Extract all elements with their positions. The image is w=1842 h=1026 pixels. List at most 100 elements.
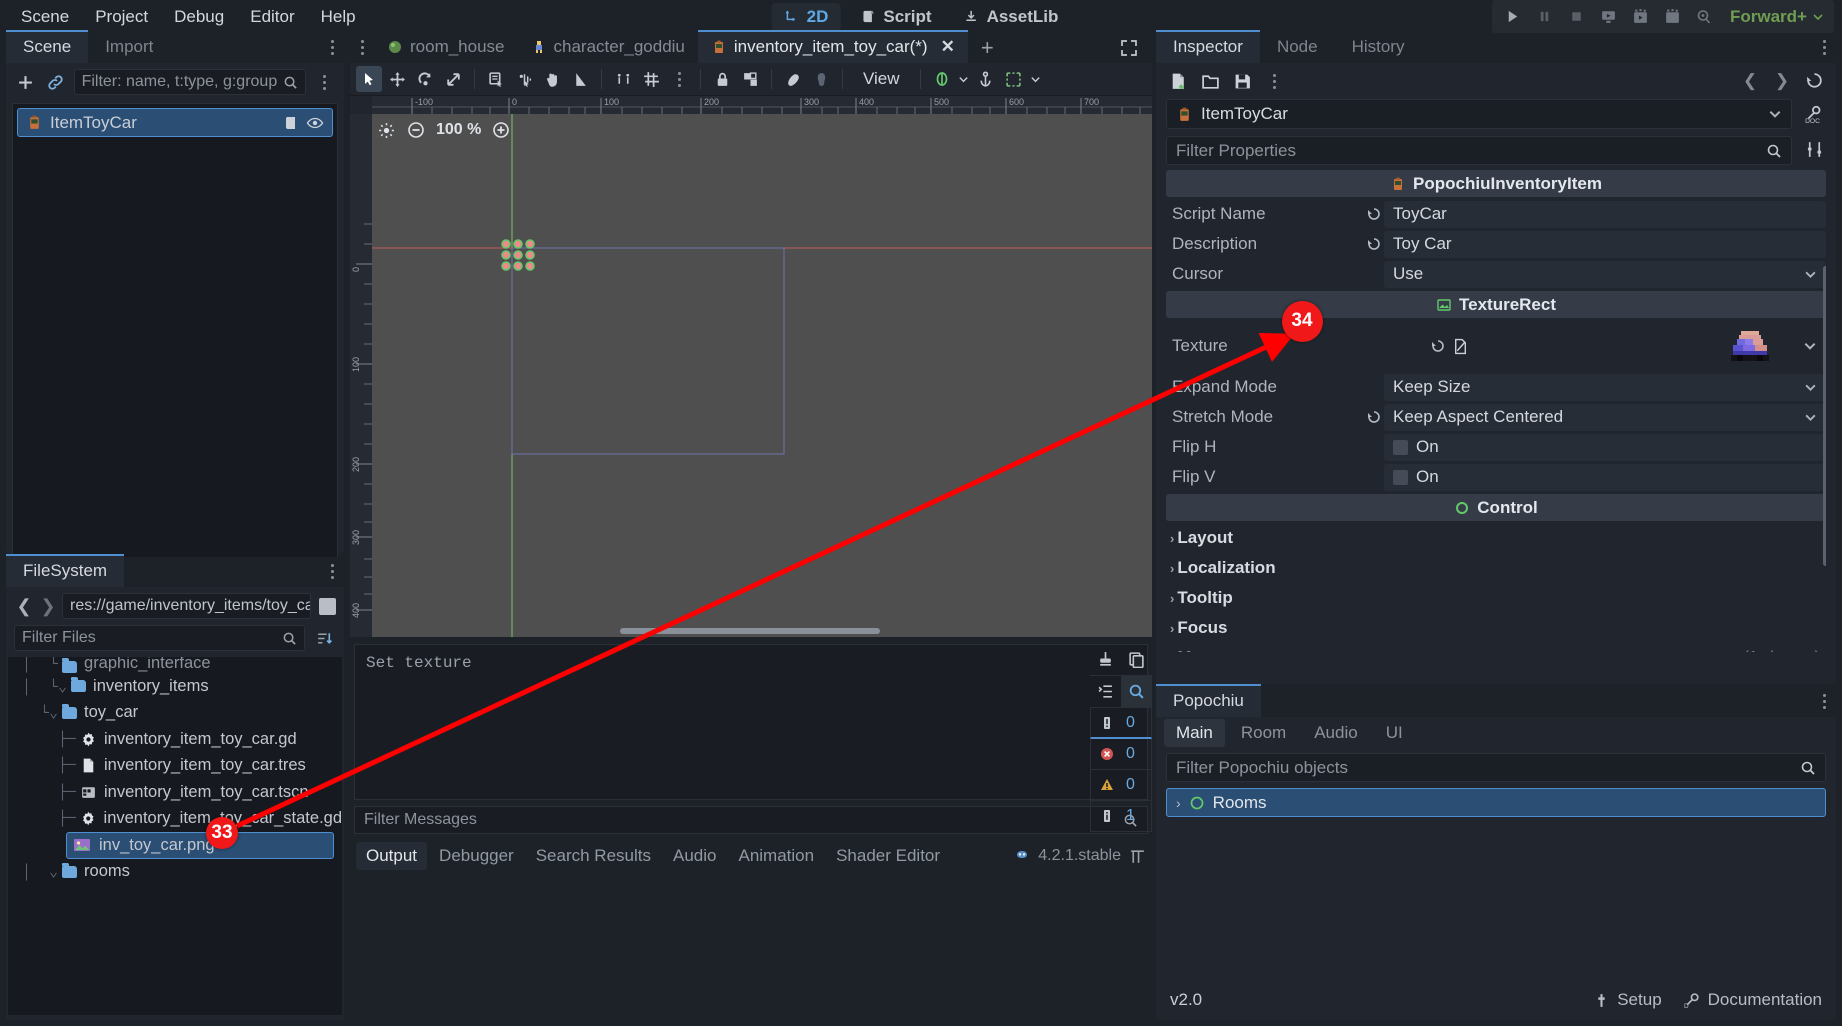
tab-scene[interactable]: Scene [6, 30, 89, 63]
tab-popochiu[interactable]: Popochiu [1156, 684, 1261, 717]
property-value-checkbox[interactable]: On [1384, 463, 1826, 491]
node-visibility-icon[interactable] [929, 66, 955, 92]
remote-debug-icon[interactable] [1690, 4, 1718, 30]
property-group-localization[interactable]: › Localization [1166, 553, 1826, 583]
list-select-icon[interactable] [483, 66, 509, 92]
bottom-tab-shader-editor[interactable]: Shader Editor [826, 842, 950, 870]
mode-2d[interactable]: 2D [771, 3, 841, 31]
canvas-2d-surface[interactable] [372, 114, 1152, 637]
clear-output-icon[interactable] [1090, 644, 1121, 675]
fs-row-inventory-item-toy-car-state-gd[interactable]: ├─ inventory_item_toy_car_state.gd [8, 806, 342, 833]
group-icon[interactable] [737, 66, 763, 92]
property-tools-icon[interactable] [1802, 138, 1826, 162]
eye-icon[interactable] [306, 114, 324, 132]
tab-filesystem[interactable]: FileSystem [6, 554, 125, 587]
grid-snap-icon[interactable] [638, 66, 664, 92]
layout-icon[interactable] [1129, 848, 1146, 865]
property-value-checkbox[interactable]: On [1384, 433, 1826, 461]
filter-files-input[interactable]: Filter Files [14, 625, 305, 651]
move-tool-icon[interactable] [384, 66, 410, 92]
fs-row-rooms[interactable]: │ ⌄ rooms [8, 859, 342, 886]
canvas-horizontal-scrollbar[interactable] [620, 628, 880, 634]
play-scene-icon[interactable] [1594, 4, 1622, 30]
bottom-tab-search-results[interactable]: Search Results [526, 842, 661, 870]
property-group-focus[interactable]: › Focus [1166, 613, 1826, 643]
property-value-dropdown[interactable]: Use [1384, 260, 1826, 288]
new-resource-icon[interactable] [1166, 69, 1190, 93]
property-group-tooltip[interactable]: › Tooltip [1166, 583, 1826, 613]
chevron-left-icon[interactable]: ❮ [14, 596, 34, 617]
inspector-options-button[interactable] [1262, 69, 1286, 93]
fs-row-inventory-item-toy-car-tres[interactable]: ├─ inventory_item_toy_car.tres [8, 753, 342, 780]
tab-import[interactable]: Import [88, 32, 170, 63]
popochiu-filter-input[interactable]: Filter Popochiu objects [1166, 753, 1826, 782]
fs-row-inv-toy-car-png[interactable]: inv_toy_car.png [66, 832, 334, 859]
sort-icon[interactable] [312, 626, 336, 650]
menu-debug[interactable]: Debug [161, 3, 237, 31]
popochiu-tab-ui[interactable]: UI [1374, 719, 1415, 747]
mode-assetlib[interactable]: AssetLib [952, 3, 1071, 31]
popochiu-menu-button[interactable] [1812, 694, 1836, 717]
fs-row-graphic-interface[interactable]: │ └ graphic_interface [8, 657, 342, 673]
output-counter-alerts[interactable]: 0 [1090, 708, 1152, 739]
menu-help[interactable]: Help [308, 3, 369, 31]
menu-project[interactable]: Project [82, 3, 161, 31]
chevron-down-icon[interactable] [1803, 339, 1817, 353]
add-node-button[interactable] [14, 70, 37, 94]
revert-icon[interactable] [1366, 206, 1384, 222]
back-icon[interactable]: ❮ [1738, 69, 1762, 93]
zoom-out-icon[interactable] [406, 120, 426, 140]
editor-tab-room-house[interactable]: room_house [374, 32, 518, 63]
scene-filter-input[interactable]: Filter: name, t:type, g:group [73, 69, 307, 95]
view-menu-button[interactable]: View [851, 69, 912, 89]
property-value-input[interactable]: Toy Car [1384, 230, 1826, 258]
scale-tool-icon[interactable] [440, 66, 466, 92]
fs-row-inventory-items[interactable]: │ └⌄ inventory_items [8, 673, 342, 700]
copy-output-icon[interactable] [1121, 644, 1152, 675]
popochiu-list-item-rooms[interactable]: › Rooms [1166, 788, 1826, 817]
save-resource-icon[interactable] [1230, 69, 1254, 93]
menu-scene[interactable]: Scene [8, 3, 82, 31]
output-log-area[interactable]: Set texture [354, 644, 1148, 800]
collapse-icon[interactable] [1090, 676, 1121, 707]
chevron-down-icon[interactable] [957, 66, 971, 92]
selection-icon[interactable] [1001, 66, 1027, 92]
pan-icon[interactable] [539, 66, 565, 92]
property-value-dropdown[interactable]: Keep Aspect Centered [1384, 403, 1826, 431]
forward-icon[interactable]: ❯ [1770, 69, 1794, 93]
popochiu-tab-audio[interactable]: Audio [1302, 719, 1369, 747]
chevron-down-icon[interactable] [1029, 66, 1043, 92]
menu-editor[interactable]: Editor [237, 3, 307, 31]
add-scene-tab-button[interactable]: + [968, 30, 1007, 63]
instance-scene-button[interactable] [44, 70, 67, 94]
property-value-input[interactable]: ToyCar [1384, 200, 1826, 228]
property-value-dropdown[interactable]: Keep Size [1384, 373, 1826, 401]
fs-row-inventory-item-toy-car-gd[interactable]: ├─ inventory_item_toy_car.gd [8, 726, 342, 753]
toggle-split-mode-button[interactable] [319, 597, 336, 615]
anchor-icon[interactable] [973, 66, 999, 92]
inspector-properties-list[interactable]: PopochiuInventoryItem Script Name ToyCar… [1166, 170, 1826, 652]
play-custom-scene-icon[interactable] [1626, 4, 1654, 30]
renderer-selector[interactable]: Forward+ [1730, 7, 1828, 27]
mode-script[interactable]: Script [848, 3, 943, 31]
bone-icon[interactable] [780, 66, 806, 92]
popochiu-setup-button[interactable]: Setup [1593, 990, 1662, 1010]
fs-row-inventory-item-toy-car-tscn[interactable]: ├─ inventory_item_toy_car.tscn [8, 779, 342, 806]
scene-tree-options-button[interactable] [313, 70, 336, 94]
pause-icon[interactable] [1530, 4, 1558, 30]
open-docs-icon[interactable]: DOC [1802, 102, 1826, 126]
preview-sun-icon[interactable] [376, 120, 396, 140]
filesystem-menu-button[interactable] [320, 564, 344, 587]
filter-messages-input[interactable]: Filter Messages [354, 806, 1148, 834]
scene-tree-row-itemtoycar[interactable]: ItemToyCar [17, 108, 333, 137]
inspector-menu-button[interactable] [1812, 40, 1836, 63]
scene-dock-menu-button[interactable] [320, 40, 344, 63]
script-attached-icon[interactable] [283, 115, 299, 131]
editor-tab-inventory-item-toy-car[interactable]: inventory_item_toy_car(*) ✕ [697, 30, 968, 63]
revert-icon[interactable] [1366, 409, 1384, 425]
search-output-icon[interactable] [1121, 676, 1152, 707]
inspector-object-selector[interactable]: ItemToyCar [1166, 99, 1792, 129]
select-tool-icon[interactable] [356, 66, 382, 92]
zoom-in-icon[interactable] [491, 120, 511, 140]
tab-inspector[interactable]: Inspector [1156, 30, 1260, 63]
